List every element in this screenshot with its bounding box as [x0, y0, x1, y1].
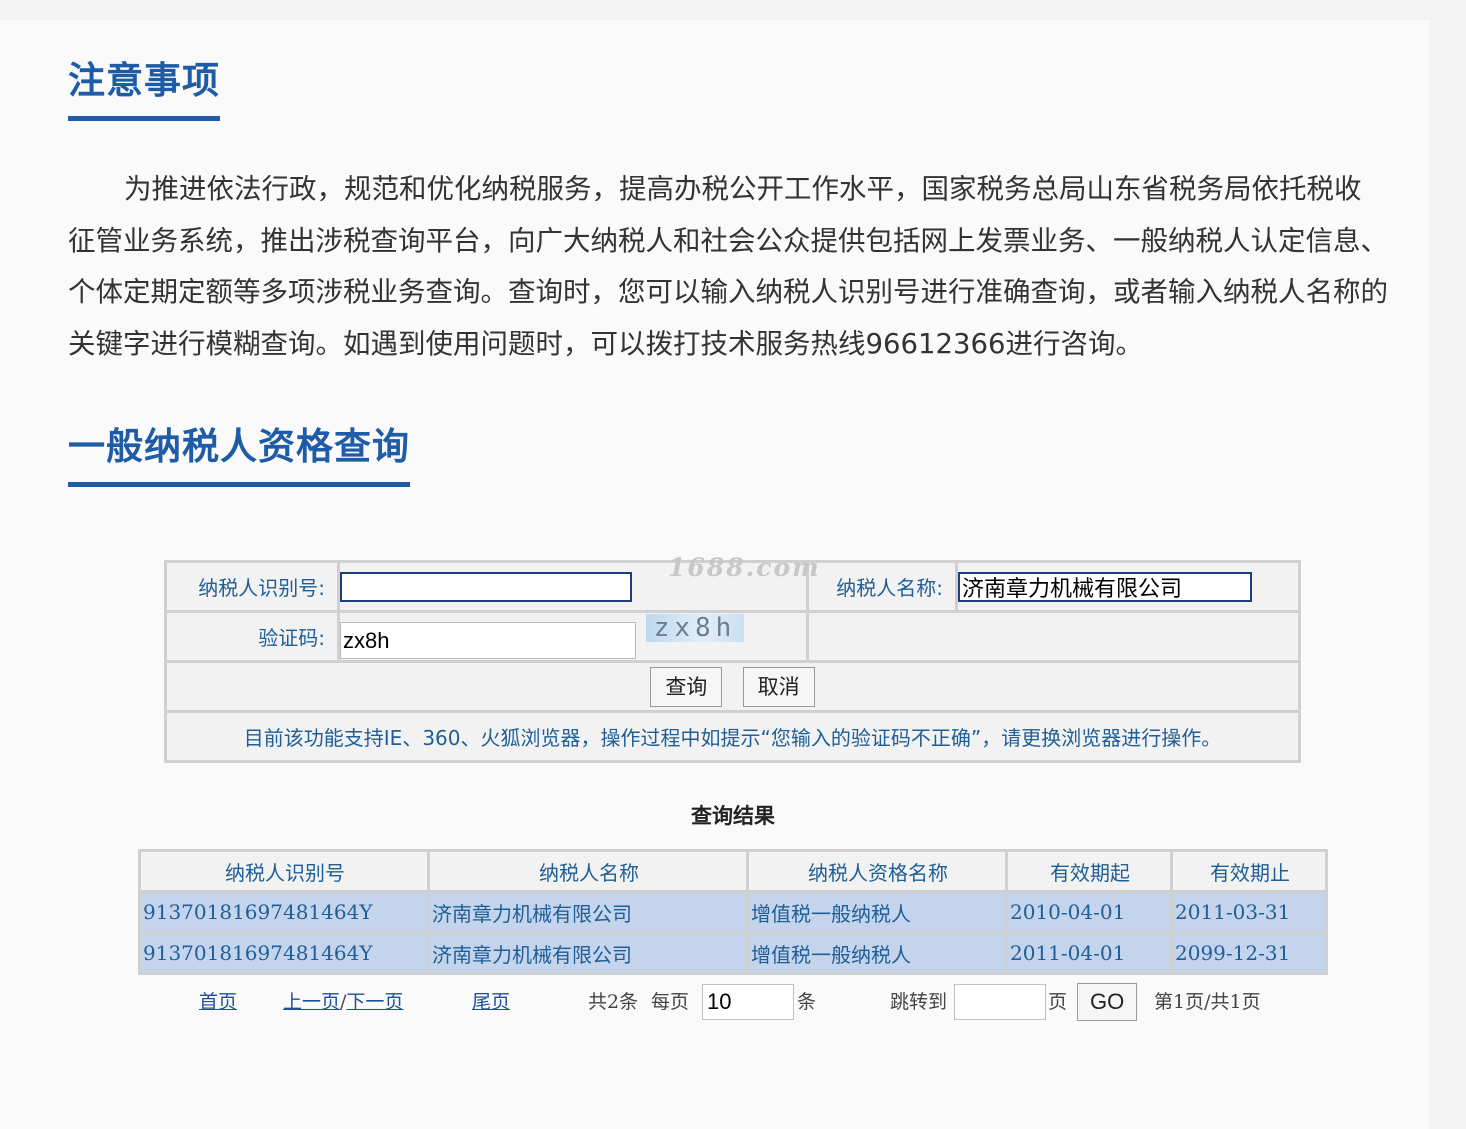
- col-taxpayer-id: 纳税人识别号: [138, 849, 430, 893]
- page-status: 第1页/共1页: [1154, 991, 1261, 1013]
- col-valid-from: 有效期起: [1005, 849, 1173, 893]
- taxpayer-id-input[interactable]: [340, 571, 632, 602]
- notice-title: 注意事项: [68, 58, 220, 121]
- jump-label: 跳转到: [890, 991, 948, 1013]
- cell-taxpayer-id: 91370181697481464Y: [138, 931, 430, 975]
- table-row: 91370181697481464Y 济南章力机械有限公司 增值税一般纳税人 2…: [138, 890, 1328, 934]
- query-section-title: 一般纳税人资格查询: [68, 424, 410, 487]
- empty-cell: [806, 610, 1301, 663]
- table-row: 91370181697481464Y 济南章力机械有限公司 增值税一般纳税人 2…: [138, 931, 1328, 975]
- taxpayer-name-label: 纳税人名称:: [806, 560, 958, 613]
- taxpayer-id-label: 纳税人识别号:: [164, 560, 340, 613]
- per-page-unit: 条: [797, 991, 817, 1013]
- cell-valid-from: 2010-04-01: [1005, 890, 1173, 934]
- cell-taxpayer-name: 济南章力机械有限公司: [427, 931, 749, 975]
- first-page-link[interactable]: 首页: [199, 983, 237, 1021]
- col-taxpayer-name: 纳税人名称: [427, 849, 749, 893]
- jump-page-input[interactable]: [954, 984, 1046, 1020]
- go-button[interactable]: GO: [1077, 983, 1138, 1021]
- result-table: 纳税人识别号 纳税人名称 纳税人资格名称 有效期起 有效期止 913701816…: [138, 849, 1328, 975]
- query-button[interactable]: 查询: [650, 666, 723, 707]
- result-caption: 查询结果: [691, 803, 775, 828]
- jump-page-unit: 页: [1048, 991, 1068, 1013]
- result-header-row: 纳税人识别号 纳税人名称 纳税人资格名称 有效期起 有效期止: [138, 849, 1328, 893]
- cell-qualification: 增值税一般纳税人: [746, 890, 1008, 934]
- next-page-link[interactable]: 下一页: [346, 991, 403, 1013]
- total-count: 共2条: [588, 991, 639, 1013]
- taxpayer-name-cell: [955, 560, 1301, 613]
- browser-tip: 目前该功能支持IE、360、火狐浏览器，操作过程中如提示“您输入的验证码不正确”…: [164, 710, 1301, 763]
- captcha-cell: zx8h: [337, 610, 809, 663]
- cell-valid-to: 2011-03-31: [1170, 890, 1328, 934]
- cell-valid-from: 2011-04-01: [1005, 931, 1173, 975]
- captcha-input[interactable]: [340, 622, 636, 659]
- per-page-label: 每页: [651, 991, 690, 1013]
- prev-page-link[interactable]: 上一页: [283, 991, 340, 1013]
- per-page-input[interactable]: [702, 984, 794, 1020]
- captcha-label: 验证码:: [164, 610, 340, 663]
- query-form: 纳税人识别号: 纳税人名称: 验证码: zx8h 查询 取消 目前该功能支持IE…: [164, 560, 1301, 763]
- col-valid-to: 有效期止: [1170, 849, 1328, 893]
- captcha-image[interactable]: zx8h: [646, 614, 744, 642]
- cancel-button[interactable]: 取消: [742, 666, 815, 707]
- taxpayer-name-input[interactable]: [958, 571, 1252, 602]
- cell-qualification: 增值税一般纳税人: [746, 931, 1008, 975]
- form-buttons: 查询 取消: [164, 660, 1301, 713]
- window-edge: [1430, 0, 1466, 1129]
- notice-text: 为推进依法行政，规范和优化纳税服务，提高办税公开工作水平，国家税务总局山东省税务…: [68, 173, 1388, 360]
- pagination: 首页 上一页/下一页 尾页 共2条 每页 条 跳转到 页 GO 第1页/共1页: [0, 983, 1466, 1023]
- cell-taxpayer-id: 91370181697481464Y: [138, 890, 430, 934]
- cell-valid-to: 2099-12-31: [1170, 931, 1328, 975]
- last-page-link[interactable]: 尾页: [472, 983, 510, 1021]
- watermark-logo: 1688.com: [668, 553, 821, 582]
- col-qualification: 纳税人资格名称: [746, 849, 1008, 893]
- cell-taxpayer-name: 济南章力机械有限公司: [427, 890, 749, 934]
- prev-next-group: 上一页/下一页: [283, 983, 403, 1021]
